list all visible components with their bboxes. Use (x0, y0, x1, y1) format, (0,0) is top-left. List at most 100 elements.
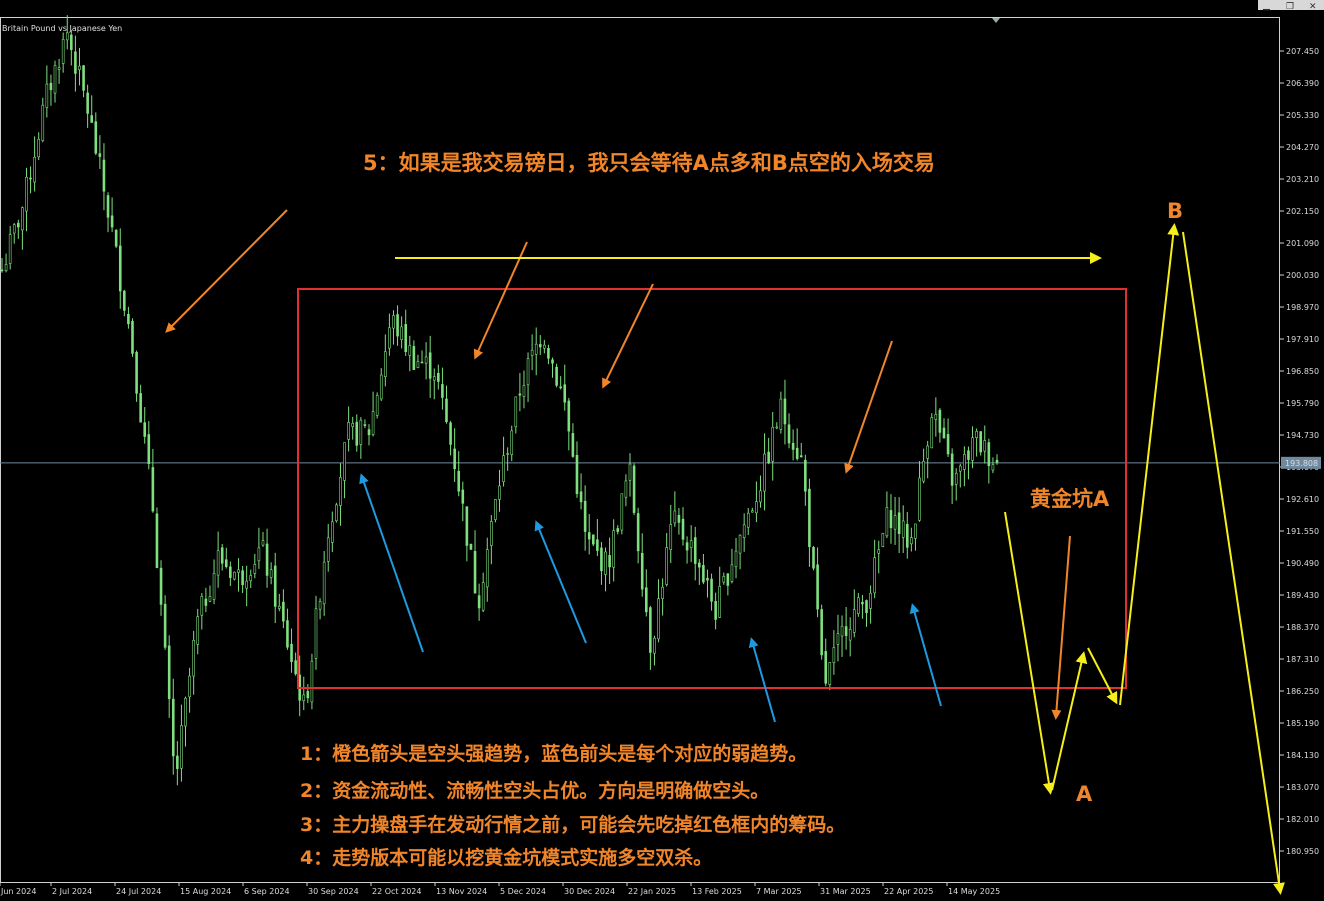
candle-body (640, 552, 644, 590)
candle-body (926, 445, 929, 459)
candle-body (212, 573, 216, 600)
candle-body (865, 600, 868, 614)
candle-body (877, 549, 881, 554)
candle-body (412, 346, 416, 370)
candle-body (844, 626, 848, 636)
candle-body (567, 400, 571, 432)
candle-body (910, 537, 913, 545)
candle-body (645, 587, 648, 613)
candle-body (787, 424, 791, 444)
candle-body (820, 609, 823, 656)
candle-body (808, 488, 811, 548)
candle-body (881, 533, 885, 547)
candle-body (897, 512, 901, 534)
note-1: 1：橙色箭头是空头强趋势，蓝色前头是每个对应的弱趋势。 (300, 742, 807, 765)
candle-body (848, 629, 852, 641)
candle-body (889, 510, 893, 529)
candle-body (229, 566, 232, 578)
x-tick-label: Jun 2024 (0, 887, 36, 896)
candle-body (995, 459, 999, 463)
candle-body (987, 442, 991, 467)
close-icon[interactable]: ✕ (1309, 2, 1317, 12)
candle-body (632, 465, 636, 513)
candle-body (184, 697, 187, 727)
candle-body (86, 92, 89, 114)
candle (555, 363, 558, 388)
candle-body (461, 489, 465, 504)
candle-body (151, 467, 155, 512)
candle-body (351, 423, 354, 427)
candle-body (392, 315, 395, 329)
candle-body (367, 429, 371, 436)
candle-body (253, 563, 257, 574)
candle-body (123, 290, 126, 311)
candle-body (775, 426, 779, 429)
y-tick-label: 191.550 (1286, 527, 1319, 536)
candle-body (522, 385, 526, 397)
candle-body (543, 344, 546, 349)
candle-body (967, 450, 970, 460)
candle-body (375, 395, 379, 416)
candle-body (131, 320, 134, 354)
candle-body (946, 434, 950, 455)
candle-body (958, 465, 962, 472)
candle-body (494, 499, 497, 520)
candle-body (241, 570, 244, 586)
candle-body (416, 361, 420, 368)
candle-body (469, 543, 473, 550)
candle-body (477, 595, 481, 609)
candle-body (457, 470, 461, 492)
candle-body (738, 534, 742, 554)
candle-body (718, 586, 722, 618)
candle-body (751, 510, 754, 513)
candle-body (575, 454, 579, 495)
x-tick-label: 22 Jan 2025 (628, 887, 676, 896)
candle-body (371, 411, 375, 435)
window-controls[interactable]: ▁ ❐ ✕ (1258, 0, 1324, 12)
candle-body (65, 32, 69, 41)
candle-body (37, 138, 41, 158)
candle-body (424, 356, 428, 364)
candle-body (249, 575, 253, 582)
candle-body (21, 207, 24, 231)
candle-body (804, 459, 807, 492)
candle-body (49, 82, 53, 91)
candle-body (693, 537, 697, 564)
candle (632, 463, 636, 516)
candle-body (832, 647, 836, 663)
candle-body (437, 373, 440, 382)
label-a: A (1076, 782, 1093, 806)
candle-body (681, 518, 685, 540)
candle (620, 493, 624, 535)
candle (114, 229, 118, 248)
candle-body (885, 507, 889, 537)
candle-body (41, 104, 45, 141)
candle-body (534, 343, 538, 355)
candle-body (61, 39, 65, 64)
candle-body (102, 159, 106, 192)
maximize-icon[interactable]: ❐ (1286, 2, 1294, 12)
y-tick-label: 185.190 (1286, 719, 1319, 728)
candle-body (273, 565, 277, 607)
x-tick-label: 24 Jul 2024 (116, 887, 161, 896)
candle-body (163, 603, 167, 648)
x-tick-label: 14 May 2025 (948, 887, 1000, 896)
y-tick-label: 195.790 (1286, 399, 1319, 408)
candle-body (502, 455, 505, 482)
candle-body (171, 698, 175, 757)
candle-body (901, 520, 905, 538)
candle-body (657, 598, 660, 640)
candle-body (555, 366, 558, 386)
candle (375, 392, 379, 419)
candle-body (498, 485, 501, 500)
y-tick-label: 180.950 (1286, 847, 1319, 856)
candle-body (78, 65, 81, 70)
candle-body (257, 547, 261, 562)
candle-body (702, 565, 705, 583)
candle-body (689, 540, 693, 548)
minimize-icon[interactable]: ▁ (1262, 1, 1271, 11)
candle-body (306, 691, 310, 699)
candle-body (314, 608, 318, 659)
candle-body (339, 477, 342, 506)
candle (812, 545, 815, 571)
